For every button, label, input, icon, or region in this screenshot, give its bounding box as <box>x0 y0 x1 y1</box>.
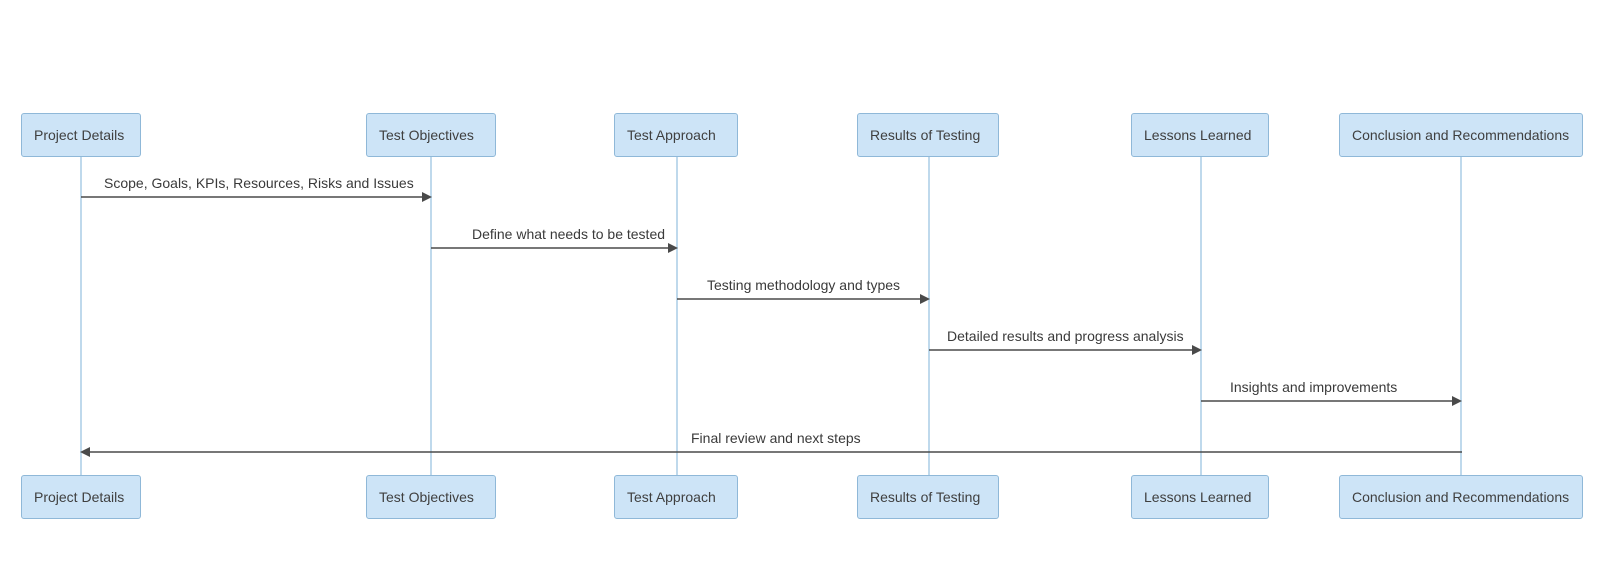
participant-label: Conclusion and Recommendations <box>1352 489 1569 505</box>
participant-label: Project Details <box>34 489 124 505</box>
lifeline-conclusion-recs <box>1460 157 1462 475</box>
participant-label: Project Details <box>34 127 124 143</box>
lifeline-results-testing <box>928 157 930 475</box>
participant-label: Test Approach <box>627 489 716 505</box>
participant-bottom-project-details: Project Details <box>21 475 141 519</box>
participant-top-test-objectives: Test Objectives <box>366 113 496 157</box>
participant-top-test-approach: Test Approach <box>614 113 738 157</box>
message-label-5: Insights and improvements <box>1226 379 1401 395</box>
participant-label: Results of Testing <box>870 127 980 143</box>
message-arrow-3 <box>677 293 930 305</box>
participant-label: Lessons Learned <box>1144 127 1251 143</box>
message-arrow-4 <box>929 344 1202 356</box>
participant-bottom-lessons-learned: Lessons Learned <box>1131 475 1269 519</box>
participant-top-lessons-learned: Lessons Learned <box>1131 113 1269 157</box>
participant-top-conclusion-recs: Conclusion and Recommendations <box>1339 113 1583 157</box>
participant-label: Results of Testing <box>870 489 980 505</box>
participant-top-results-testing: Results of Testing <box>857 113 999 157</box>
participant-label: Conclusion and Recommendations <box>1352 127 1569 143</box>
message-label-3: Testing methodology and types <box>703 277 904 293</box>
participant-top-project-details: Project Details <box>21 113 141 157</box>
message-label-2: Define what needs to be tested <box>468 226 669 242</box>
lifeline-project-details <box>80 157 82 475</box>
message-label-4: Detailed results and progress analysis <box>943 328 1188 344</box>
sequence-diagram: Project Details Test Objectives Test App… <box>0 0 1600 568</box>
participant-label: Test Objectives <box>379 127 474 143</box>
participant-label: Test Objectives <box>379 489 474 505</box>
message-arrow-1 <box>81 191 432 203</box>
participant-bottom-test-objectives: Test Objectives <box>366 475 496 519</box>
participant-label: Test Approach <box>627 127 716 143</box>
participant-bottom-conclusion-recs: Conclusion and Recommendations <box>1339 475 1583 519</box>
message-arrow-2 <box>431 242 678 254</box>
lifeline-test-approach <box>676 157 678 475</box>
lifeline-test-objectives <box>430 157 432 475</box>
lifeline-lessons-learned <box>1200 157 1202 475</box>
message-arrow-5 <box>1201 395 1462 407</box>
participant-label: Lessons Learned <box>1144 489 1251 505</box>
participant-bottom-test-approach: Test Approach <box>614 475 738 519</box>
message-label-6: Final review and next steps <box>687 430 865 446</box>
message-label-1: Scope, Goals, KPIs, Resources, Risks and… <box>100 175 418 191</box>
message-arrow-6 <box>80 446 1462 458</box>
participant-bottom-results-testing: Results of Testing <box>857 475 999 519</box>
